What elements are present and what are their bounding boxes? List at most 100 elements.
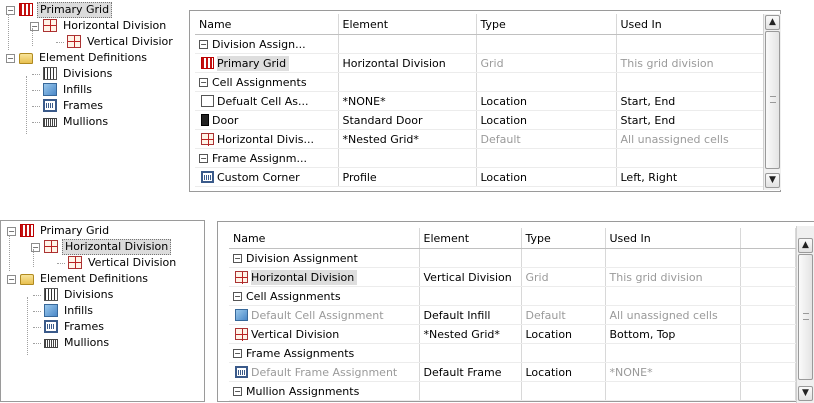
cell-used-in[interactable]: Bottom, Top [605,324,741,344]
name-cell[interactable]: Defualt Cell As... [195,91,339,111]
name-cell[interactable]: Horizontal Division [229,267,420,287]
cell-element[interactable]: *NONE* [338,91,477,111]
cell-type[interactable]: Location [476,91,617,111]
bottom-tree-view[interactable]: − Primary Grid − Horizontal Division Vertica… [1,221,204,355]
collapse-icon[interactable]: − [7,275,16,284]
group-header-cell[interactable]: − Cell Assignments [195,72,339,92]
tree-node[interactable]: Divisions [2,66,181,82]
table-row[interactable]: Horizontal Division Vertical Division Grid… [229,267,796,287]
column-header[interactable]: Type [476,14,617,35]
cell-type[interactable]: Grid [476,53,617,73]
name-cell[interactable]: Custom Corner [195,167,339,187]
group-header-row[interactable]: − Cell Assignments [195,72,764,92]
collapse-icon[interactable]: − [199,39,208,49]
collapse-icon[interactable]: − [233,253,242,263]
table-row[interactable]: Door Standard Door Location Start, End [195,110,764,130]
collapse-icon[interactable]: − [233,386,242,396]
scroll-down-button[interactable]: ▼ [765,173,780,188]
group-header-cell[interactable]: − Cell Assignments [229,286,420,306]
scroll-down-button[interactable]: ▼ [798,386,813,401]
scroll-thumb[interactable] [765,31,780,169]
tree-node[interactable]: − Element Definitions [2,50,181,66]
cell-used-in[interactable]: This grid division [616,53,764,73]
cell-element[interactable]: Vertical Division [419,267,522,287]
table-row[interactable]: Default Frame Assignment Default Frame Loc… [229,362,796,382]
cell-used-in[interactable]: *NONE* [605,362,741,382]
name-cell[interactable]: Default Cell Assignment [229,305,420,325]
tree-node[interactable]: − Horizontal Division [2,18,181,34]
table-row[interactable]: Default Cell Assignment Default Infill Def… [229,305,796,325]
cell-element[interactable]: Default Infill [419,305,522,325]
cell-used-in[interactable]: Start, End [616,110,764,130]
column-header[interactable]: Used In [605,228,741,249]
column-header[interactable]: Name [229,228,420,249]
group-header-cell[interactable]: − Division Assignment [229,248,420,268]
name-cell[interactable]: Primary Grid [195,53,339,73]
tree-node[interactable]: Mullions [2,114,181,130]
collapse-icon[interactable]: − [233,291,242,301]
scroll-thumb[interactable] [798,254,813,380]
collapse-icon[interactable]: − [233,348,242,358]
name-cell[interactable]: Horizontal Divis... [195,129,339,149]
name-cell[interactable]: Vertical Division [229,324,420,344]
group-header-cell[interactable]: − Division Assign... [195,34,339,54]
tree-node[interactable]: Infills [2,82,181,98]
scroll-up-button[interactable]: ▲ [765,15,780,30]
group-header-cell[interactable]: − Mullion Assignments [229,381,420,401]
cell-type[interactable]: Location [521,324,606,344]
column-header[interactable]: Used In [616,14,764,35]
column-header[interactable]: Name [195,14,339,35]
group-header-cell[interactable]: − Frame Assignm... [195,148,339,168]
name-cell[interactable]: Door [195,110,339,130]
cell-type[interactable]: Default [521,305,606,325]
cell-element[interactable]: *Nested Grid* [338,129,477,149]
column-header[interactable]: Element [419,228,522,249]
cell-element[interactable]: Standard Door [338,110,477,130]
tree-node[interactable]: Vertical Divisior [2,34,181,50]
table-row[interactable]: Horizontal Divis... *Nested Grid* Default A… [195,129,764,149]
bottom-vertical-scrollbar[interactable]: ▲ ▼ [796,226,814,403]
group-header-row[interactable]: − Mullion Assignments [229,381,796,401]
cell-used-in[interactable]: Left, Right [616,167,764,187]
cell-used-in[interactable]: All unassigned cells [616,129,764,149]
cell-element[interactable]: Profile [338,167,477,187]
bottom-assignments-table[interactable]: Name Element Type Used In − Division Assignme… [229,228,796,401]
tree-node[interactable]: − Primary Grid [3,223,204,239]
tree-node[interactable]: Mullions [3,335,204,351]
cell-element[interactable]: Horizontal Division [338,53,477,73]
group-header-row[interactable]: − Cell Assignments [229,286,796,306]
tree-node[interactable]: − Primary Grid [2,2,181,18]
cell-element[interactable]: Default Frame [419,362,522,382]
group-header-row[interactable]: − Division Assign... [195,34,764,54]
collapse-icon[interactable]: − [199,153,208,163]
name-cell[interactable]: Default Frame Assignment [229,362,420,382]
table-row[interactable]: Custom Corner Profile Location Left, Right [195,167,764,187]
table-row[interactable]: Primary Grid Horizontal Division Grid This … [195,53,764,73]
group-header-cell[interactable]: − Frame Assignments [229,343,420,363]
top-tree-view[interactable]: − Primary Grid − Horizontal Division Vertica… [0,0,181,134]
group-header-row[interactable]: − Frame Assignm... [195,148,764,168]
collapse-icon[interactable]: − [6,54,15,63]
collapse-icon[interactable]: − [199,77,208,87]
cell-used-in[interactable]: Start, End [616,91,764,111]
scroll-up-button[interactable]: ▲ [798,238,813,253]
cell-type[interactable]: Default [476,129,617,149]
cell-type[interactable]: Location [476,167,617,187]
cell-used-in[interactable]: This grid division [605,267,741,287]
top-assignments-table[interactable]: Name Element Type Used In − Division Assign..… [195,14,764,187]
table-row[interactable]: Defualt Cell As... *NONE* Location Start, E… [195,91,764,111]
tree-node[interactable]: − Element Definitions [3,271,204,287]
top-vertical-scrollbar[interactable]: ▲ ▼ [763,14,781,190]
group-header-row[interactable]: − Frame Assignments [229,343,796,363]
cell-type[interactable]: Location [476,110,617,130]
cell-type[interactable]: Grid [521,267,606,287]
tree-node[interactable]: Divisions [3,287,204,303]
tree-node[interactable]: Infills [3,303,204,319]
cell-used-in[interactable]: All unassigned cells [605,305,741,325]
tree-node[interactable]: Frames [2,98,181,114]
cell-element[interactable]: *Nested Grid* [419,324,522,344]
column-header[interactable]: Element [338,14,477,35]
tree-node[interactable]: Frames [3,319,204,335]
group-header-row[interactable]: − Division Assignment [229,248,796,268]
column-header[interactable]: Type [521,228,606,249]
